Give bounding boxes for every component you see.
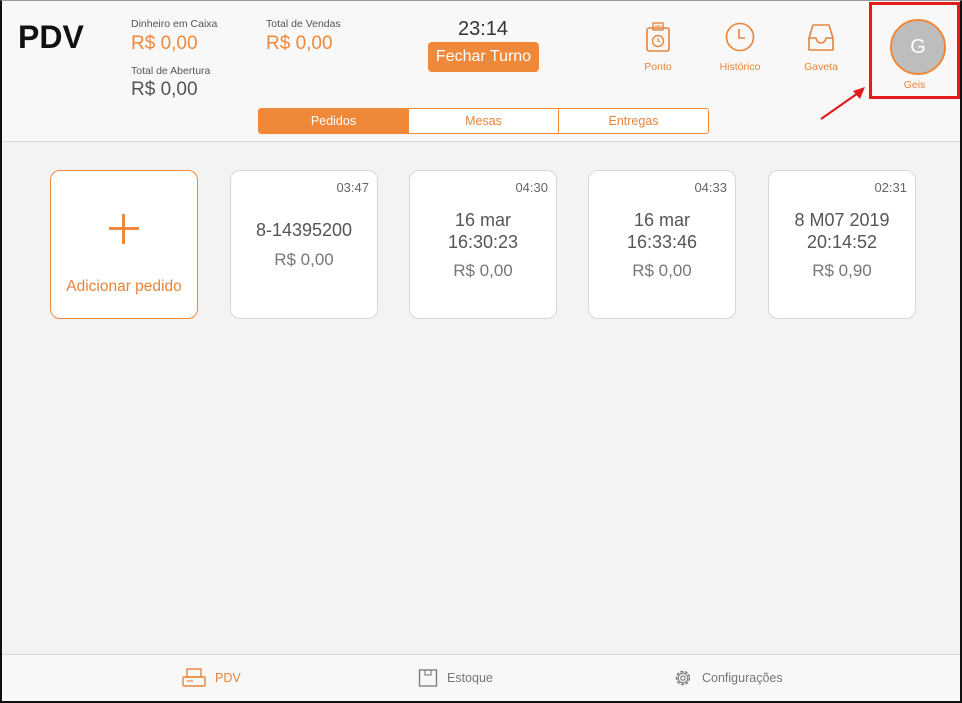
order-price: R$ 0,00 — [274, 250, 334, 269]
add-order-label: Adicionar pedido — [66, 278, 182, 295]
user-highlight-box: G Geis — [869, 2, 960, 99]
tab-mesas[interactable]: Mesas — [409, 109, 559, 133]
order-time: 04:30 — [515, 180, 548, 195]
nav-estoque[interactable]: Estoque — [418, 668, 493, 688]
plus-icon — [109, 214, 139, 244]
gaveta-label: Gaveta — [804, 61, 838, 73]
register-icon — [182, 668, 206, 687]
order-card[interactable]: 04:30 16 mar 16:30:23 R$ 0,00 — [409, 170, 557, 319]
ponto-label: Ponto — [644, 61, 672, 73]
cash-label: Dinheiro em Caixa — [131, 18, 218, 30]
avatar[interactable]: G — [890, 19, 946, 75]
order-name: 8-14395200 — [255, 220, 353, 240]
order-name: 8 M07 2019 20:14:52 — [794, 210, 890, 252]
opening-value: R$ 0,00 — [131, 79, 198, 100]
header: PDV Dinheiro em Caixa R$ 0,00 Total de V… — [2, 1, 960, 142]
order-time: 04:33 — [694, 180, 727, 195]
bottom-nav: PDV Estoque Configurações — [2, 654, 960, 701]
annotation-arrow-icon — [820, 87, 865, 120]
ponto-button[interactable]: Ponto — [623, 21, 693, 73]
app-window: PDV Dinheiro em Caixa R$ 0,00 Total de V… — [0, 0, 962, 703]
nav-pdv-label: PDV — [215, 671, 241, 685]
order-time: 03:47 — [336, 180, 369, 195]
gear-icon — [675, 670, 691, 686]
gaveta-button[interactable]: Gaveta — [786, 21, 856, 73]
page-title: PDV — [18, 19, 84, 55]
order-card[interactable]: 02:31 8 M07 2019 20:14:52 R$ 0,90 — [768, 170, 916, 319]
nav-configuracoes-label: Configurações — [702, 671, 783, 685]
opening-label: Total de Abertura — [131, 65, 211, 77]
tab-entregas[interactable]: Entregas — [559, 109, 708, 133]
order-price: R$ 0,90 — [812, 261, 872, 280]
order-price: R$ 0,00 — [632, 261, 692, 280]
tab-pedidos[interactable]: Pedidos — [259, 109, 409, 133]
tab-bar: Pedidos Mesas Entregas — [258, 108, 709, 134]
sales-label: Total de Vendas — [266, 18, 341, 30]
close-shift-button[interactable]: Fechar Turno — [428, 42, 539, 72]
sales-value: R$ 0,00 — [266, 33, 333, 54]
historico-label: Histórico — [719, 61, 761, 73]
current-time: 23:14 — [457, 18, 509, 40]
clock-icon — [725, 22, 755, 52]
order-time: 02:31 — [874, 180, 907, 195]
user-name: Geis — [903, 79, 926, 91]
nav-configuracoes[interactable]: Configurações — [673, 668, 783, 688]
cash-value: R$ 0,00 — [131, 33, 198, 54]
order-card[interactable]: 03:47 8-14395200 R$ 0,00 — [230, 170, 378, 319]
box-icon — [418, 669, 438, 687]
historico-button[interactable]: Histórico — [705, 21, 775, 73]
order-price: R$ 0,00 — [453, 261, 513, 280]
order-card[interactable]: 04:33 16 mar 16:33:46 R$ 0,00 — [588, 170, 736, 319]
nav-estoque-label: Estoque — [447, 671, 493, 685]
add-order-button[interactable]: Adicionar pedido — [50, 170, 198, 319]
order-name: 16 mar 16:33:46 — [626, 210, 698, 252]
drawer-icon — [808, 24, 834, 51]
nav-pdv[interactable]: PDV — [182, 668, 241, 688]
timeclock-icon — [646, 22, 670, 52]
order-name: 16 mar 16:30:23 — [447, 210, 519, 252]
